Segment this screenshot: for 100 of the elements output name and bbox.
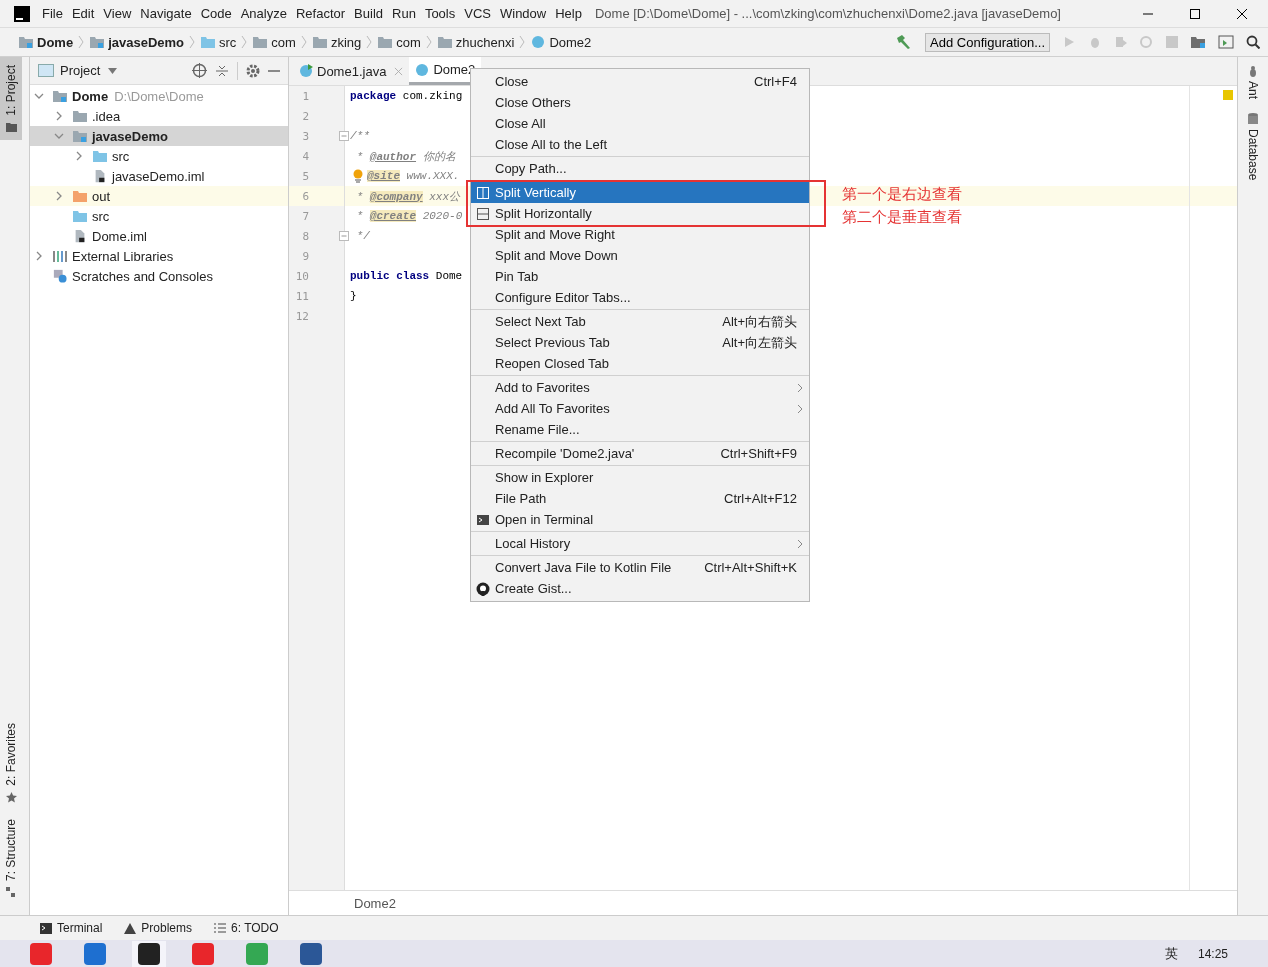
menu-item[interactable]: Code: [200, 6, 232, 21]
tree-item[interactable]: .idea: [30, 106, 288, 126]
menu-item[interactable]: Create Gist...: [471, 578, 809, 599]
tree-item[interactable]: src: [30, 206, 288, 226]
folder-icon: [252, 35, 269, 49]
tree-item[interactable]: javaseDemo.iml: [30, 166, 288, 186]
tree-item[interactable]: Scratches and Consoles: [30, 266, 288, 286]
panel-title[interactable]: Project: [60, 63, 101, 78]
tool-window-button[interactable]: Problems: [124, 921, 193, 935]
tree-item[interactable]: out: [30, 186, 288, 206]
menu-item[interactable]: Recompile 'Dome2.java' Ctrl+Shift+F9: [471, 443, 809, 464]
breadcrumb[interactable]: Dome: [18, 34, 74, 50]
fold-icon[interactable]: [339, 131, 349, 141]
menu-item[interactable]: Navigate: [140, 6, 192, 21]
menu-item[interactable]: Select Next Tab Alt+向右箭头: [471, 311, 809, 332]
tool-window-tab[interactable]: 7: Structure: [0, 810, 22, 905]
tree-item[interactable]: Dome.iml: [30, 226, 288, 246]
menu-item[interactable]: Reopen Closed Tab: [471, 353, 809, 374]
chevron-icon: [78, 35, 85, 49]
tool-window-tab[interactable]: Database: [1246, 113, 1260, 181]
menu-item[interactable]: Close All: [471, 113, 809, 134]
annotation-text: 第二个是垂直查看: [842, 208, 962, 227]
breadcrumb[interactable]: zhuchenxi: [436, 34, 515, 50]
breadcrumb[interactable]: com: [377, 34, 421, 50]
menu-item[interactable]: Add All To Favorites: [471, 398, 809, 419]
tool-window-button[interactable]: 6: TODO: [214, 921, 279, 935]
menu-item[interactable]: Local History: [471, 533, 809, 554]
folder-icon: [72, 129, 88, 143]
panel-icon: [38, 64, 54, 77]
target-icon[interactable]: [192, 63, 207, 78]
structure-icon: [6, 887, 16, 897]
menu-item[interactable]: Split and Move Right: [471, 224, 809, 245]
fold-icon[interactable]: [339, 231, 349, 241]
menu-item[interactable]: Select Previous Tab Alt+向左箭头: [471, 332, 809, 353]
tree-item[interactable]: src: [30, 146, 288, 166]
collapse-all-icon[interactable]: [215, 63, 229, 78]
menu-item[interactable]: Split and Move Down: [471, 245, 809, 266]
star-icon: [5, 791, 17, 803]
menu-item[interactable]: Window: [499, 6, 547, 21]
menu-item[interactable]: Help: [555, 6, 582, 21]
line-number: 3: [301, 129, 309, 143]
add-configuration-button[interactable]: Add Configuration...: [925, 32, 1050, 52]
window-icon[interactable]: [1218, 35, 1234, 49]
tool-window-tab[interactable]: Ant: [1246, 65, 1260, 99]
taskbar-app[interactable]: [132, 940, 166, 967]
tool-window-tab[interactable]: 1: Project: [0, 57, 22, 140]
menu-item[interactable]: Copy Path...: [471, 158, 809, 179]
tree-item-label: javaseDemo.iml: [112, 168, 205, 184]
tree-item[interactable]: javaseDemo: [30, 126, 288, 146]
menu-item[interactable]: Close All to the Left: [471, 134, 809, 155]
menu-item[interactable]: Pin Tab: [471, 266, 809, 287]
menu-item[interactable]: Open in Terminal: [471, 509, 809, 530]
chevron-icon: [366, 35, 373, 49]
menu-item[interactable]: File Path Ctrl+Alt+F12: [471, 488, 809, 509]
input-method-indicator[interactable]: 英: [1164, 944, 1178, 963]
menu-item[interactable]: Rename File...: [471, 419, 809, 440]
menu-item[interactable]: Close Others: [471, 92, 809, 113]
menu-item[interactable]: Analyze: [240, 6, 287, 21]
breadcrumb[interactable]: zking: [311, 34, 362, 50]
menu-item[interactable]: Refactor: [295, 6, 346, 21]
lightbulb-icon[interactable]: [352, 169, 364, 183]
editor-tab[interactable]: Dome1.java: [289, 57, 410, 85]
folder-icon: [436, 35, 453, 49]
menu-item[interactable]: Configure Editor Tabs...: [471, 287, 809, 308]
window-title: Dome [D:\Dome\Dome] - ...\com\zking\com\zhuchenxi\Dome2.java [javaseDemo]: [594, 6, 1061, 21]
line-number: 4: [301, 149, 309, 163]
warning-icon: [124, 922, 137, 934]
close-icon[interactable]: [1236, 7, 1248, 20]
maximize-icon[interactable]: [1189, 7, 1201, 20]
tool-window-button[interactable]: Terminal: [40, 921, 103, 935]
menu-item[interactable]: Convert Java File to Kotlin File Ctrl+Alt+Shift+K: [471, 557, 809, 578]
status-marker-icon: [1223, 90, 1233, 100]
menu-item[interactable]: Show in Explorer: [471, 467, 809, 488]
menu-item[interactable]: Add to Favorites: [471, 377, 809, 398]
tree-item[interactable]: Dome D:\Dome\Dome: [30, 86, 288, 106]
app-logo-icon: [14, 5, 30, 22]
breadcrumb[interactable]: src: [200, 34, 237, 50]
annotation-text: 第一个是右边查看: [842, 185, 962, 204]
menu-item[interactable]: File: [42, 6, 63, 21]
menu-item[interactable]: Edit: [71, 6, 95, 21]
breadcrumb[interactable]: javaseDemo: [89, 34, 184, 50]
dropdown-caret-icon[interactable]: [108, 67, 118, 74]
menu-item[interactable]: View: [103, 6, 132, 21]
settings-icon[interactable]: [246, 63, 260, 78]
menu-item[interactable]: Split Horizontally: [471, 203, 809, 224]
menu-item[interactable]: VCS: [464, 6, 491, 21]
tree-item[interactable]: External Libraries: [30, 246, 288, 266]
tree-item-label: Dome.iml: [92, 228, 147, 244]
editor-breadcrumb[interactable]: Dome2: [354, 895, 396, 911]
tool-window-tab[interactable]: 2: Favorites: [0, 715, 22, 811]
menu-item[interactable]: Tools: [424, 6, 456, 21]
project-structure-icon[interactable]: [1190, 35, 1206, 49]
line-number: 8: [301, 229, 309, 243]
tree-item-label: src: [112, 148, 130, 164]
breadcrumb[interactable]: Dome2: [530, 34, 592, 50]
breadcrumb[interactable]: com: [252, 34, 296, 50]
menu-item[interactable]: Run: [392, 6, 416, 21]
menu-item[interactable]: Build: [354, 6, 383, 21]
search-icon[interactable]: [1246, 35, 1260, 49]
menu-item[interactable]: Split Vertically: [471, 182, 809, 203]
